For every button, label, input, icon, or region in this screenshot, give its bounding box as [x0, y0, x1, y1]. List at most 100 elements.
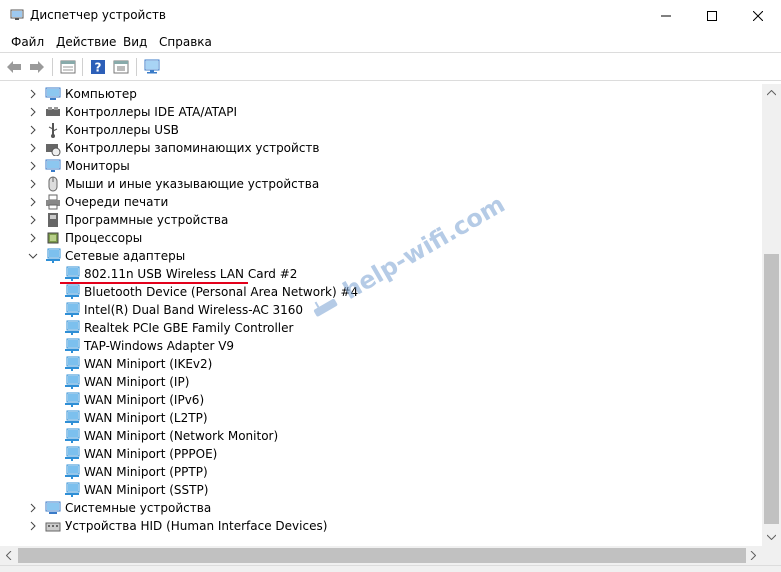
minimize-icon: [661, 15, 671, 17]
network-adapter-item[interactable]: WAN Miniport (PPPOE): [0, 445, 762, 463]
scroll-right-icon[interactable]: [750, 551, 756, 560]
network-adapter-icon: [65, 392, 80, 407]
vertical-scrollbar[interactable]: [762, 84, 781, 546]
device-tree[interactable]: Компьютер Контроллеры IDE ATA/ATAPI Контро…: [0, 84, 762, 546]
tree-item-label: Процессоры: [65, 231, 143, 245]
expand-chevron-right-icon[interactable]: [27, 103, 39, 121]
maximize-button[interactable]: [689, 0, 735, 32]
tree-item-label: Системные устройства: [65, 501, 212, 515]
back-button[interactable]: [4, 57, 24, 77]
monitor-icon: [45, 159, 61, 172]
expand-chevron-right-icon[interactable]: [27, 211, 39, 229]
network-adapter-item[interactable]: WAN Miniport (IP): [0, 373, 762, 391]
network-adapter-item[interactable]: WAN Miniport (PPTP): [0, 463, 762, 481]
scan-hardware-button[interactable]: [142, 57, 162, 77]
expand-chevron-right-icon[interactable]: [28, 125, 38, 135]
expand-chevron-right-icon[interactable]: [28, 179, 38, 189]
svg-text:?: ?: [95, 61, 102, 75]
expand-chevron-right-icon[interactable]: [27, 139, 39, 157]
network-adapter-item[interactable]: TAP-Windows Adapter V9: [0, 337, 762, 355]
tree-category[interactable]: Компьютер: [0, 85, 762, 103]
tree-category[interactable]: Контроллеры IDE ATA/ATAPI: [0, 103, 762, 121]
tree-category[interactable]: Мониторы: [0, 157, 762, 175]
menu-bar: Файл Действие Вид Справка: [0, 32, 781, 52]
network-adapter-icon: [65, 446, 80, 461]
processor-icon: [47, 232, 59, 244]
expand-chevron-down-icon[interactable]: [27, 247, 39, 265]
status-bar: [0, 565, 781, 572]
menu-help[interactable]: Справка: [159, 35, 212, 49]
network-adapter-item[interactable]: Intel(R) Dual Band Wireless-AC 3160: [0, 301, 762, 319]
vertical-scroll-thumb[interactable]: [764, 254, 779, 524]
properties-button[interactable]: [58, 57, 78, 77]
help-button[interactable]: ?: [88, 57, 108, 77]
network-adapter-item[interactable]: WAN Miniport (IKEv2): [0, 355, 762, 373]
expand-chevron-right-icon[interactable]: [28, 107, 38, 117]
system-device-icon: [45, 501, 61, 514]
network-adapter-icon: [65, 320, 80, 335]
expand-chevron-right-icon[interactable]: [27, 229, 39, 247]
expand-chevron-right-icon[interactable]: [27, 121, 39, 139]
expand-chevron-right-icon[interactable]: [28, 215, 38, 225]
properties-icon: [60, 60, 76, 74]
tree-item-label: Программные устройства: [65, 213, 229, 227]
tree-category[interactable]: Процессоры: [0, 229, 762, 247]
close-button[interactable]: [735, 0, 781, 32]
toolbar-separator: [136, 58, 137, 76]
tree-category[interactable]: Системные устройства: [0, 499, 762, 517]
scroll-left-icon[interactable]: [6, 551, 12, 560]
tree-category[interactable]: Контроллеры USB: [0, 121, 762, 139]
forward-button[interactable]: [27, 57, 47, 77]
network-adapter-item[interactable]: Realtek PCIe GBE Family Controller: [0, 319, 762, 337]
horizontal-scroll-thumb[interactable]: [18, 548, 746, 563]
tree-category[interactable]: Программные устройства: [0, 211, 762, 229]
network-adapter-icon: [65, 302, 80, 317]
network-adapter-item[interactable]: WAN Miniport (SSTP): [0, 481, 762, 499]
network-adapter-icon: [65, 410, 80, 425]
tree-item-label: Устройства HID (Human Interface Devices): [65, 519, 328, 533]
expand-chevron-right-icon[interactable]: [27, 175, 39, 193]
scroll-down-icon[interactable]: [767, 534, 776, 540]
expand-chevron-right-icon[interactable]: [28, 233, 38, 243]
computer-icon: [45, 87, 61, 100]
minimize-button[interactable]: [643, 0, 689, 32]
tree-item-label: WAN Miniport (L2TP): [84, 411, 208, 425]
menu-file[interactable]: Файл: [11, 35, 44, 49]
tree-category[interactable]: Мыши и иные указывающие устройства: [0, 175, 762, 193]
expand-chevron-right-icon[interactable]: [28, 521, 38, 531]
title-bar: Диспетчер устройств: [0, 0, 781, 32]
expand-chevron-right-icon[interactable]: [27, 193, 39, 211]
expand-chevron-right-icon[interactable]: [27, 499, 39, 517]
scroll-up-icon[interactable]: [767, 90, 776, 96]
menu-view[interactable]: Вид: [123, 35, 147, 49]
network-adapter-item[interactable]: WAN Miniport (L2TP): [0, 409, 762, 427]
expand-chevron-right-icon[interactable]: [27, 157, 39, 175]
expand-chevron-right-icon[interactable]: [28, 143, 38, 153]
hid-icon: [45, 522, 61, 532]
window-title: Диспетчер устройств: [30, 8, 167, 22]
tree-item-label: Контроллеры запоминающих устройств: [65, 141, 320, 155]
tree-item-label: Intel(R) Dual Band Wireless-AC 3160: [84, 303, 304, 317]
tree-category[interactable]: Очереди печати: [0, 193, 762, 211]
expand-chevron-right-icon[interactable]: [28, 89, 38, 99]
expand-chevron-right-icon[interactable]: [27, 85, 39, 103]
forward-arrow-icon: [30, 61, 44, 73]
network-adapter-icon: [65, 482, 80, 497]
tree-item-label: Мыши и иные указывающие устройства: [65, 177, 320, 191]
tree-category[interactable]: Контроллеры запоминающих устройств: [0, 139, 762, 157]
scrollbar-corner: [762, 546, 781, 565]
menu-action[interactable]: Действие: [56, 35, 116, 49]
expand-chevron-right-icon[interactable]: [28, 161, 38, 171]
expand-chevron-right-icon[interactable]: [28, 503, 38, 513]
expand-chevron-right-icon[interactable]: [27, 517, 39, 535]
mouse-icon: [48, 176, 58, 192]
network-adapter-item[interactable]: WAN Miniport (Network Monitor): [0, 427, 762, 445]
expand-chevron-right-icon[interactable]: [28, 197, 38, 207]
network-adapter-item[interactable]: WAN Miniport (IPv6): [0, 391, 762, 409]
toolbar-separator: [52, 58, 53, 76]
network-adapter-icon: [65, 428, 80, 443]
update-driver-button[interactable]: [111, 57, 131, 77]
expand-chevron-down-icon[interactable]: [28, 251, 38, 261]
tree-category[interactable]: Устройства HID (Human Interface Devices): [0, 517, 762, 535]
horizontal-scrollbar[interactable]: [0, 546, 762, 565]
